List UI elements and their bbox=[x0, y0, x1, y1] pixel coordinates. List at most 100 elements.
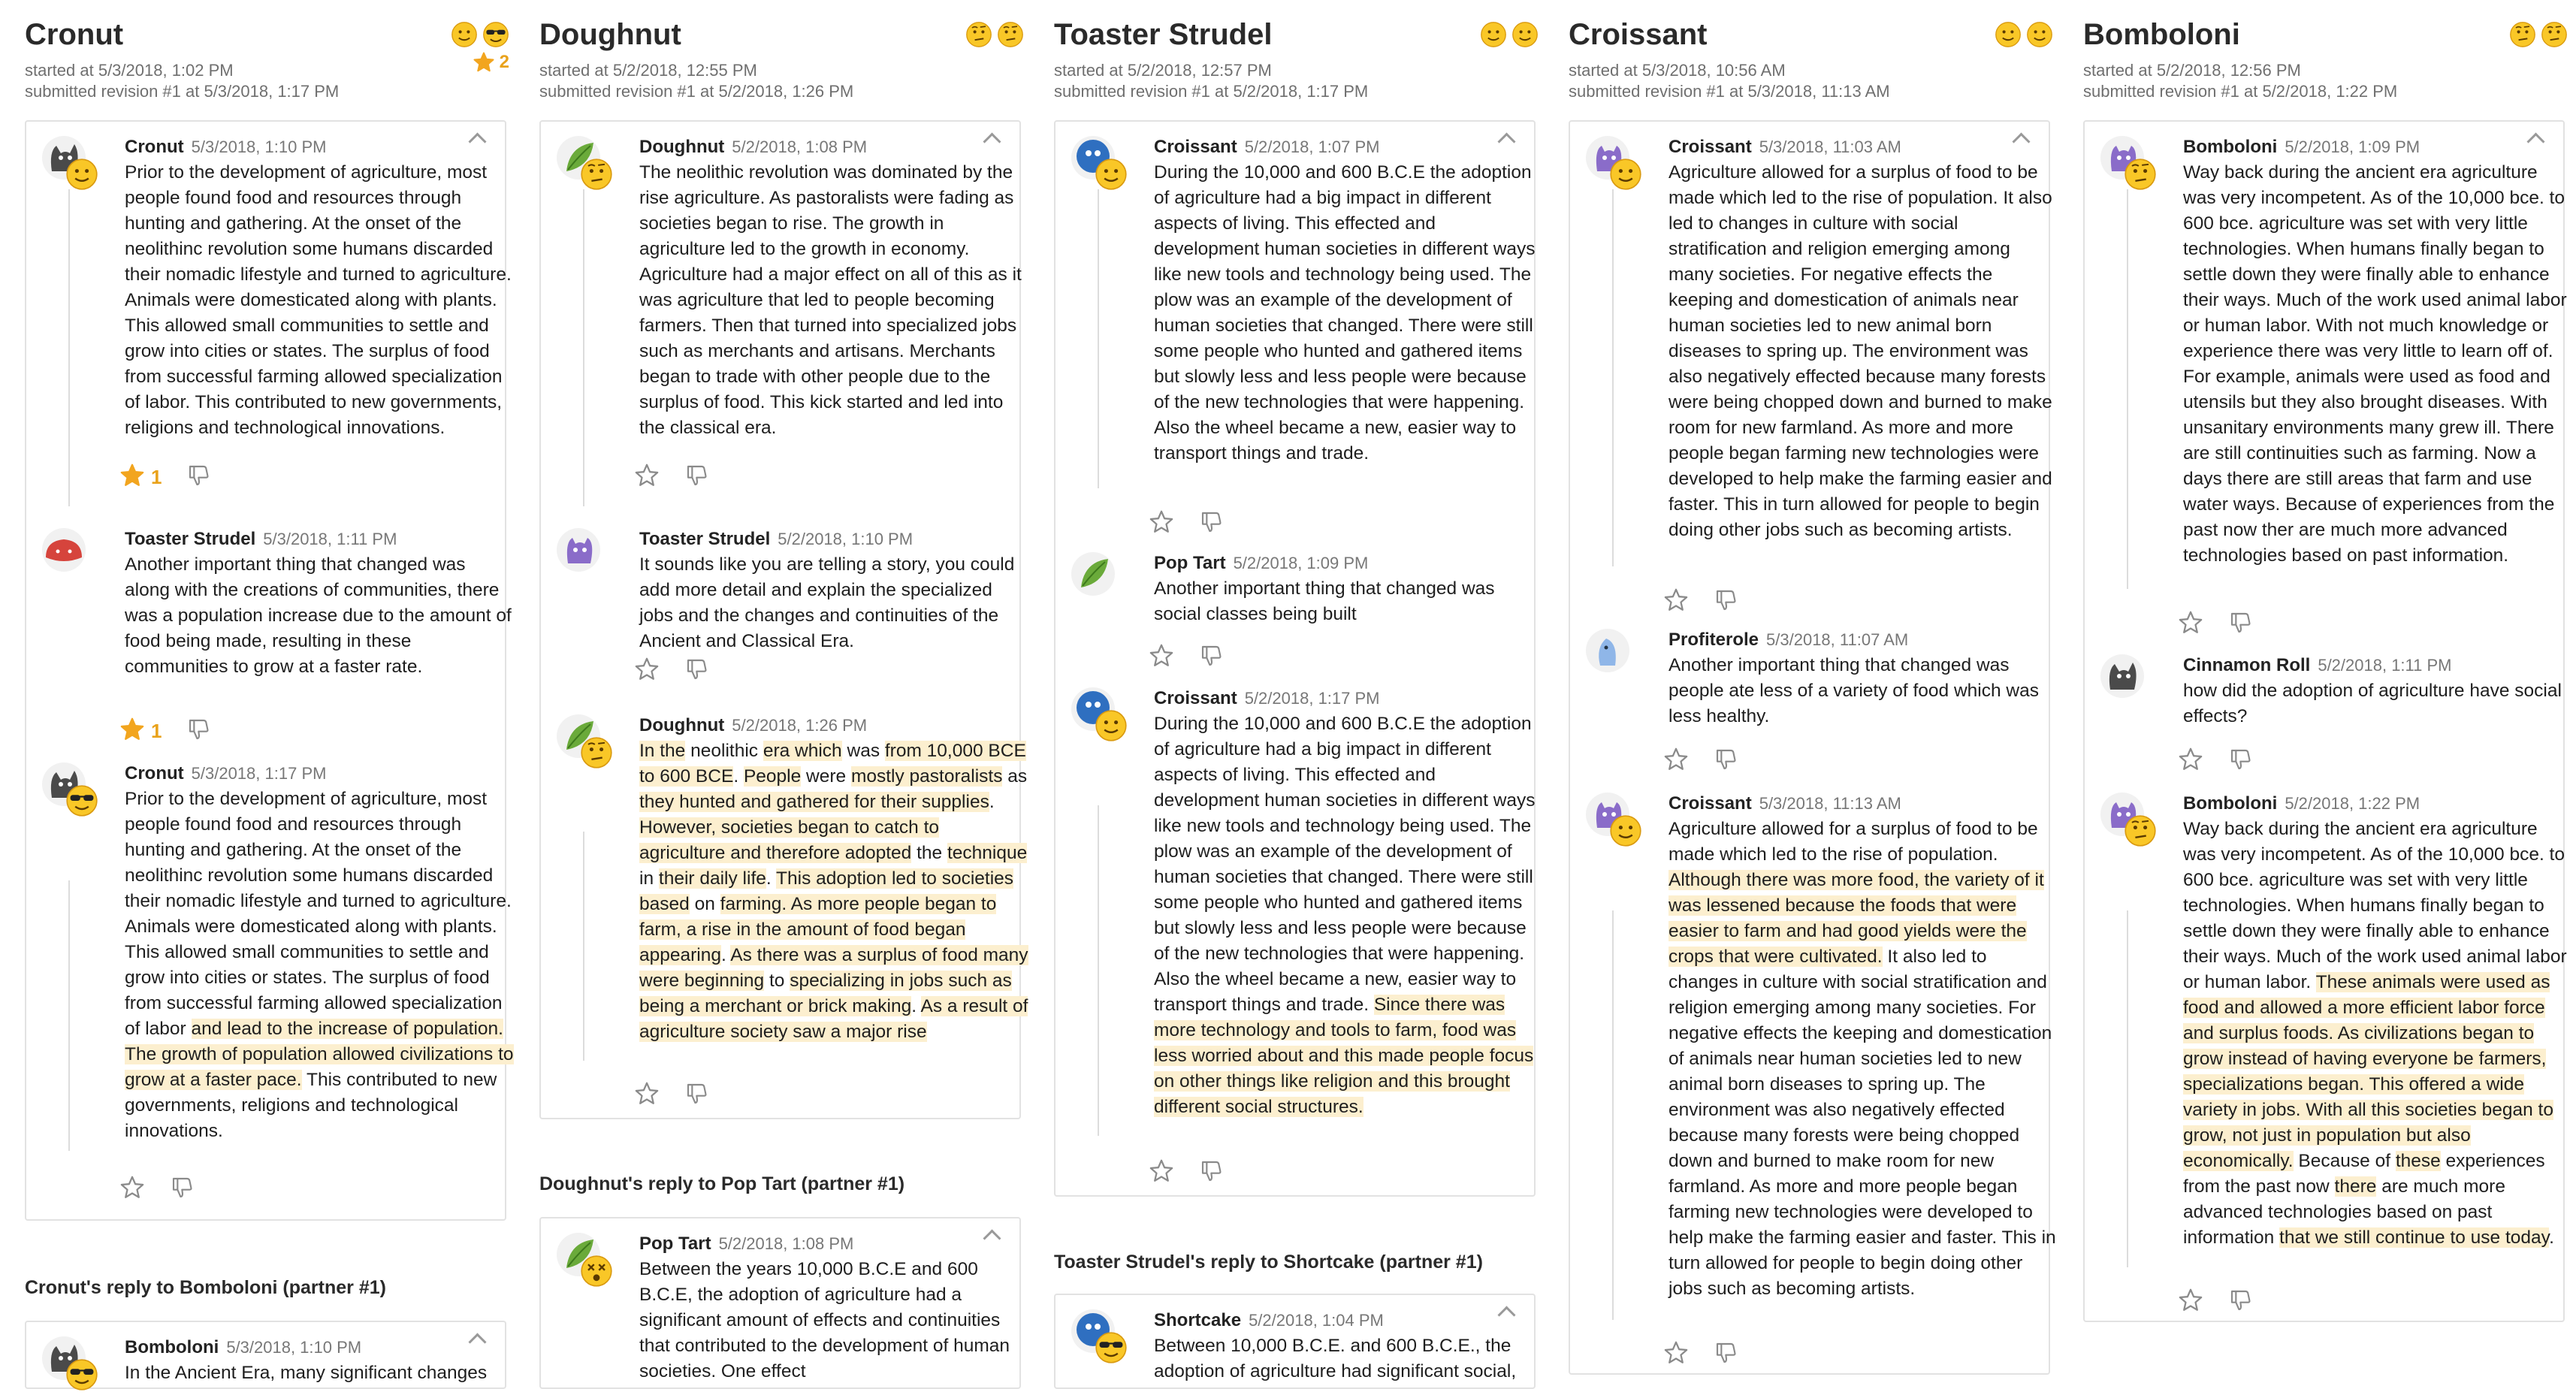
thumbs-down-icon bbox=[1201, 512, 1222, 533]
post-date: 5/3/2018, 11:03 AM bbox=[1759, 137, 1901, 156]
avatar bbox=[41, 762, 98, 817]
collapse-chevron-icon[interactable] bbox=[983, 132, 1001, 151]
started-text: started at 5/3/2018, 10:56 AM bbox=[1569, 61, 1786, 80]
thread-connector bbox=[1098, 805, 1099, 1136]
think-face-icon bbox=[966, 22, 992, 47]
thumbs-down-button[interactable] bbox=[2229, 611, 2253, 639]
thumbs-down-button[interactable] bbox=[1200, 644, 1224, 672]
column: Croissant started at 5/3/2018, 10:56 AM su… bbox=[1569, 0, 2056, 1381]
thread-connector bbox=[1612, 910, 1614, 1320]
star-button[interactable] bbox=[634, 657, 660, 686]
body-text: as bbox=[1002, 766, 1028, 787]
submitted-text: submitted revision #1 at 5/2/2018, 1:26 … bbox=[539, 82, 854, 101]
collapse-chevron-icon[interactable] bbox=[1497, 132, 1516, 151]
post-author: Croissant bbox=[1154, 137, 1237, 157]
column: Cronut started at 5/3/2018, 1:02 PM submit… bbox=[25, 0, 514, 1390]
avatar bbox=[41, 135, 98, 191]
star-icon bbox=[1149, 510, 1173, 533]
thumbs-down-button[interactable] bbox=[171, 1176, 195, 1203]
collapse-chevron-icon[interactable] bbox=[1497, 1306, 1516, 1324]
post-header: Croissant 5/2/2018, 1:07 PM bbox=[1154, 135, 1380, 159]
post-body: Between the years 10,000 B.C.E and 600 B… bbox=[639, 1257, 1030, 1384]
post-body: Another important thing that changed was… bbox=[125, 552, 515, 680]
post-actions bbox=[634, 657, 709, 686]
thumbs-down-button[interactable] bbox=[1714, 1341, 1738, 1369]
post-author: Croissant bbox=[1669, 137, 1752, 157]
post-actions bbox=[1663, 747, 1738, 776]
red-avatar bbox=[42, 528, 86, 572]
star-button[interactable] bbox=[1149, 1158, 1174, 1188]
highlighted-text: these bbox=[2395, 1151, 2441, 1171]
star-button[interactable] bbox=[634, 463, 660, 492]
thumbs-down-button[interactable] bbox=[2229, 747, 2253, 775]
post-body: In the Ancient Era, many significant cha… bbox=[125, 1360, 515, 1386]
star-icon bbox=[120, 463, 144, 486]
collapse-chevron-icon[interactable] bbox=[468, 132, 487, 151]
collapse-chevron-icon[interactable] bbox=[2012, 132, 2031, 151]
star-icon bbox=[1664, 588, 1688, 611]
post-header: Bomboloni 5/2/2018, 1:09 PM bbox=[2183, 135, 2420, 159]
avatar bbox=[1071, 1309, 1127, 1364]
avatar bbox=[2100, 792, 2156, 847]
post-header: Doughnut 5/2/2018, 1:26 PM bbox=[639, 714, 867, 738]
post-date: 5/2/2018, 1:09 PM bbox=[1233, 554, 1369, 572]
post-author: Croissant bbox=[1669, 793, 1752, 814]
star-button[interactable] bbox=[2178, 1288, 2203, 1317]
thumbs-down-button[interactable] bbox=[685, 657, 709, 685]
star-button[interactable] bbox=[2178, 747, 2203, 776]
avatar bbox=[1585, 628, 1641, 684]
thumbs-down-button[interactable] bbox=[1714, 588, 1738, 616]
column-star-count: 2 bbox=[499, 52, 509, 72]
highlighted-text: Although there was more food, the variet… bbox=[1669, 870, 2044, 967]
body-text: Agriculture allowed for a surplus of foo… bbox=[1669, 819, 2038, 865]
star-button[interactable] bbox=[1663, 747, 1689, 776]
thumbs-down-button[interactable] bbox=[1200, 510, 1224, 538]
star-button[interactable] bbox=[1663, 1340, 1689, 1369]
highlighted-text: era which bbox=[763, 741, 842, 761]
avatar bbox=[41, 527, 97, 583]
star-icon bbox=[2179, 747, 2203, 770]
star-button[interactable] bbox=[119, 463, 145, 492]
body-text: Way back during the ancient era agricult… bbox=[2183, 819, 2567, 992]
column-meta: started at 5/2/2018, 12:56 PM submitted r… bbox=[2083, 60, 2397, 102]
purple-avatar bbox=[557, 528, 600, 572]
thumbs-down-button[interactable] bbox=[1714, 747, 1738, 775]
thumbs-down-button[interactable] bbox=[187, 717, 211, 745]
post-date: 5/2/2018, 1:10 PM bbox=[778, 530, 914, 548]
post-actions bbox=[1149, 509, 1224, 539]
star-button[interactable] bbox=[634, 1081, 660, 1110]
cool-face-icon bbox=[1095, 1332, 1127, 1363]
smile-face-icon bbox=[1512, 22, 1538, 47]
post-actions bbox=[634, 1081, 709, 1110]
thumbs-down-button[interactable] bbox=[685, 463, 709, 491]
collapse-chevron-icon[interactable] bbox=[468, 1333, 487, 1351]
post-date: 5/3/2018, 11:07 AM bbox=[1766, 630, 1909, 649]
body-text: . bbox=[989, 792, 995, 812]
body-text: how did the adoption of agriculture have… bbox=[2183, 681, 2562, 726]
post-header: Toaster Strudel 5/3/2018, 1:11 PM bbox=[125, 527, 397, 551]
thumbs-down-button[interactable] bbox=[2229, 1288, 2253, 1316]
star-button[interactable] bbox=[1149, 509, 1174, 539]
thread-connector bbox=[1098, 189, 1099, 488]
reply-card: Bomboloni 5/3/2018, 1:10 PM In the Ancient… bbox=[25, 1321, 506, 1390]
star-button[interactable] bbox=[1663, 587, 1689, 617]
thumbs-down-button[interactable] bbox=[685, 1082, 709, 1110]
collapse-chevron-icon[interactable] bbox=[983, 1229, 1001, 1248]
highlighted-text: mostly pastoralists bbox=[850, 766, 1003, 787]
thumbs-down-button[interactable] bbox=[187, 463, 211, 491]
post-author: Toaster Strudel bbox=[125, 529, 256, 549]
star-button[interactable] bbox=[119, 717, 145, 746]
submitted-text: submitted revision #1 at 5/2/2018, 1:17 … bbox=[1054, 82, 1369, 101]
body-text: in bbox=[639, 868, 659, 889]
thread-connector bbox=[583, 832, 584, 1061]
smile-face-icon bbox=[2027, 22, 2052, 47]
collapse-chevron-icon[interactable] bbox=[2526, 132, 2545, 151]
thumbs-down-button[interactable] bbox=[1200, 1159, 1224, 1187]
body-text: During the 10,000 and 600 B.C.E the adop… bbox=[1154, 714, 1536, 1015]
star-button[interactable] bbox=[119, 1175, 145, 1204]
star-button[interactable] bbox=[2178, 610, 2203, 639]
column-header: Toaster Strudel started at 5/2/2018, 12:5… bbox=[1054, 0, 1539, 101]
post-author: Profiterole bbox=[1669, 630, 1759, 650]
star-button[interactable] bbox=[1149, 643, 1174, 672]
post-author: Pop Tart bbox=[639, 1233, 711, 1254]
